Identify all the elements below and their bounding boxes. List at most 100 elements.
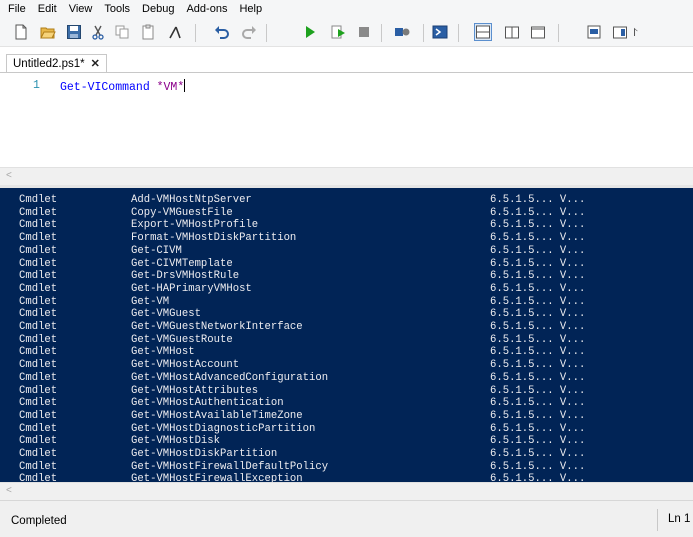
show-script-pane-icon[interactable] bbox=[586, 24, 602, 40]
show-command-window-icon[interactable] bbox=[612, 24, 628, 40]
stop-icon[interactable] bbox=[356, 24, 372, 40]
console-command-version: 6.5.1.5... V... bbox=[490, 282, 586, 295]
cut-icon[interactable] bbox=[90, 24, 106, 40]
menu-item-view[interactable]: View bbox=[63, 0, 99, 18]
console-command-version: 6.5.1.5... V... bbox=[490, 206, 586, 219]
status-text: Completed bbox=[11, 515, 67, 527]
console-command-version: 6.5.1.5... V... bbox=[490, 435, 586, 448]
toolbar-separator bbox=[195, 24, 196, 42]
scroll-left-arrow-icon[interactable]: < bbox=[6, 485, 12, 496]
console-command-type: Cmdlet bbox=[19, 282, 58, 295]
run-icon[interactable] bbox=[302, 24, 318, 40]
console-command-type: Cmdlet bbox=[19, 308, 58, 321]
console-command-type: Cmdlet bbox=[19, 219, 58, 232]
menu-item-file[interactable]: File bbox=[0, 0, 32, 18]
new-script-icon[interactable] bbox=[13, 24, 29, 40]
console-horizontal-scrollbar[interactable]: < bbox=[0, 482, 693, 501]
console-row: Cmdlet Export-VMHostProfile 6.5.1.5... V..… bbox=[0, 220, 693, 231]
console-row: Cmdlet Get-CIVM 6.5.1.5... V... bbox=[0, 244, 693, 257]
console-command-version: 6.5.1.5... V... bbox=[490, 295, 586, 308]
console-command-name: Export-VMHostProfile bbox=[131, 219, 259, 232]
powershell-console-icon[interactable] bbox=[432, 24, 448, 40]
console-command-name: Get-VMHost bbox=[131, 346, 195, 359]
console-command-type: Cmdlet bbox=[19, 422, 58, 435]
copy-icon[interactable] bbox=[114, 24, 130, 40]
console-command-name: Get-VMGuestNetworkInterface bbox=[131, 321, 303, 333]
console-command-type: Cmdlet bbox=[19, 359, 58, 372]
line-indicator: Ln 1 bbox=[668, 513, 691, 525]
toolbar-separator bbox=[458, 24, 459, 42]
console-row: Cmdlet Get-VMHostAttributes 6.5.1.5... V..… bbox=[0, 384, 693, 397]
script-tabstrip: Untitled2.ps1* ✕ bbox=[0, 47, 693, 74]
scroll-left-arrow-icon[interactable]: < bbox=[6, 170, 12, 181]
console-command-name: Get-VMGuestRoute bbox=[131, 333, 233, 346]
open-icon[interactable] bbox=[40, 24, 56, 40]
code-argument: *VM* bbox=[156, 81, 185, 94]
menu-item-help[interactable]: Help bbox=[233, 0, 268, 18]
console-command-version: 6.5.1.5... V... bbox=[490, 422, 586, 435]
code-line[interactable]: Get-VICommand *VM* bbox=[60, 79, 186, 94]
console-pane[interactable]: Cmdlet Add-VMHostNtpServer 6.5.1.5... V...… bbox=[0, 188, 693, 485]
undo-icon[interactable] bbox=[214, 24, 230, 40]
console-command-name: Format-VMHostDiskPartition bbox=[131, 232, 297, 245]
console-command-type: Cmdlet bbox=[19, 435, 58, 448]
show-script-pane-maximized-icon[interactable] bbox=[530, 24, 546, 40]
console-command-version: 6.5.1.5... V... bbox=[490, 219, 586, 232]
run-selection-icon[interactable] bbox=[330, 24, 346, 40]
console-command-version: 6.5.1.5... V... bbox=[490, 333, 586, 346]
console-command-name: Get-VM bbox=[131, 295, 170, 308]
console-command-type: Cmdlet bbox=[19, 295, 58, 308]
console-command-type: Cmdlet bbox=[19, 397, 58, 410]
show-script-pane-right-icon[interactable] bbox=[504, 24, 520, 40]
console-command-type: Cmdlet bbox=[19, 333, 58, 346]
paste-icon[interactable] bbox=[140, 24, 156, 40]
console-command-name: Get-HAPrimaryVMHost bbox=[131, 282, 252, 295]
clear-console-icon[interactable] bbox=[167, 24, 183, 40]
console-command-name: Add-VMHostNtpServer bbox=[131, 194, 252, 206]
menu-item-edit[interactable]: Edit bbox=[32, 0, 63, 18]
save-icon[interactable] bbox=[66, 24, 82, 40]
menu-item-debug[interactable]: Debug bbox=[136, 0, 180, 18]
remote-powershell-icon[interactable] bbox=[394, 24, 410, 40]
console-command-name: Get-VMHostAttributes bbox=[131, 384, 259, 397]
console-command-version: 6.5.1.5... V... bbox=[490, 321, 586, 333]
console-command-name: Get-VMGuest bbox=[131, 308, 201, 321]
console-row: Cmdlet Get-VM 6.5.1.5... V... bbox=[0, 295, 693, 308]
console-command-name: Get-VMHostAvailableTimeZone bbox=[131, 409, 303, 422]
menu-item-add-ons[interactable]: Add-ons bbox=[180, 0, 233, 18]
console-command-version: 6.5.1.5... V... bbox=[490, 346, 586, 359]
menu-item-tools[interactable]: Tools bbox=[98, 0, 136, 18]
console-command-version: 6.5.1.5... V... bbox=[490, 232, 586, 245]
console-row: Cmdlet Add-VMHostNtpServer 6.5.1.5... V... bbox=[0, 195, 693, 206]
editor-horizontal-scrollbar[interactable]: < bbox=[0, 167, 693, 186]
toolbar-overflow-icon[interactable]: ⨡ bbox=[633, 27, 637, 40]
console-command-name: Get-CIVM bbox=[131, 244, 182, 257]
console-row: Cmdlet Get-VMHostAvailableTimeZone 6.5.1.5… bbox=[0, 409, 693, 422]
script-editor[interactable]: 1 Get-VICommand *VM* bbox=[0, 73, 693, 167]
console-row: Cmdlet Get-VMHostDisk 6.5.1.5... V... bbox=[0, 436, 693, 447]
console-command-version: 6.5.1.5... V... bbox=[490, 194, 586, 206]
console-command-name: Get-VMHostAdvancedConfiguration bbox=[131, 371, 329, 384]
console-command-type: Cmdlet bbox=[19, 206, 58, 219]
console-command-type: Cmdlet bbox=[19, 270, 58, 283]
console-command-name: Get-CIVMTemplate bbox=[131, 257, 233, 270]
console-command-name: Get-VMHostAuthentication bbox=[131, 397, 284, 410]
console-command-version: 6.5.1.5... V... bbox=[490, 371, 586, 384]
console-command-type: Cmdlet bbox=[19, 460, 58, 473]
console-command-version: 6.5.1.5... V... bbox=[490, 384, 586, 397]
console-command-name: Get-VMHostDisk bbox=[131, 435, 221, 448]
code-command: Get-VICommand bbox=[60, 81, 150, 94]
console-command-name: Copy-VMGuestFile bbox=[131, 206, 233, 219]
console-command-name: Get-VMHostDiagnosticPartition bbox=[131, 422, 316, 435]
text-caret bbox=[184, 79, 186, 92]
tab-untitled2[interactable]: Untitled2.ps1* ✕ bbox=[6, 54, 107, 74]
console-command-type: Cmdlet bbox=[19, 244, 58, 257]
console-row: Cmdlet Get-VMGuestRoute 6.5.1.5... V... bbox=[0, 333, 693, 346]
console-row: Cmdlet Format-VMHostDiskPartition 6.5.1.5.… bbox=[0, 233, 693, 244]
console-command-type: Cmdlet bbox=[19, 409, 58, 422]
redo-icon[interactable] bbox=[241, 24, 257, 40]
console-row: Cmdlet Get-VMHostFirewallDefaultPolicy 6.5… bbox=[0, 460, 693, 473]
show-script-pane-top-icon[interactable] bbox=[474, 23, 492, 41]
console-row: Cmdlet Get-VMHostAuthentication 6.5.1.5...… bbox=[0, 398, 693, 409]
console-command-type: Cmdlet bbox=[19, 448, 58, 460]
